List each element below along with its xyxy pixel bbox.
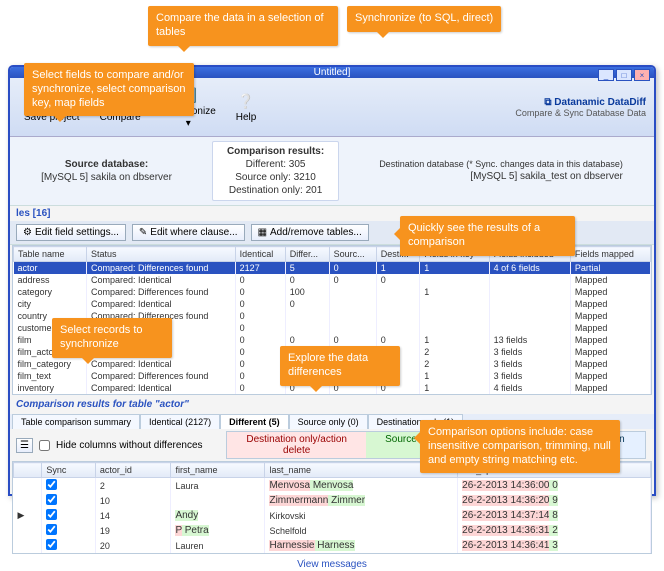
diff-row[interactable]: 20LaurenHarnessie Harness26-2-2013 14:36…	[14, 538, 651, 553]
legend-delete: Destination only/action delete	[227, 432, 366, 458]
diff-row[interactable]: ▶14 AndyKirkovski26-2-2013 14:37:14 8	[14, 508, 651, 523]
column-header[interactable]: Status	[86, 247, 235, 262]
sync-checkbox[interactable]	[46, 494, 57, 505]
column-header[interactable]: Identical	[235, 247, 285, 262]
options-icon: ☰	[20, 440, 29, 451]
results-dest-only: Destination only: 201	[227, 184, 324, 197]
source-db-label: Source database:	[41, 158, 172, 171]
column-header[interactable]: Sourc...	[329, 247, 376, 262]
dest-db-info: Destination database (* Sync. changes da…	[379, 159, 623, 184]
column-header[interactable]: actor_id	[95, 463, 171, 478]
sync-checkbox[interactable]	[46, 509, 57, 520]
infobar: Source database: [MySQL 5] sakila on dbs…	[10, 137, 654, 206]
sync-checkbox[interactable]	[46, 524, 57, 535]
edit-field-settings-button[interactable]: ⚙Edit field settings...	[16, 224, 126, 241]
help-icon: ❔	[236, 91, 256, 111]
column-header[interactable]: first_name	[171, 463, 265, 478]
chevron-down-icon: ▾	[186, 118, 191, 129]
column-header[interactable]: Sync	[42, 463, 95, 478]
table-row[interactable]: categoryCompared: Differences found01001…	[14, 286, 651, 298]
diff-row[interactable]: 10Zimmermann Zimmer26-2-2013 14:36:20 9	[14, 493, 651, 508]
brand-title: Datanamic DataDiff	[554, 97, 646, 108]
table-row[interactable]: addressCompared: Identical0000Mapped	[14, 274, 651, 286]
table-row[interactable]: actorCompared: Differences found21275011…	[14, 262, 651, 275]
sync-checkbox[interactable]	[46, 479, 57, 490]
column-header[interactable]	[14, 463, 42, 478]
tab-different[interactable]: Different (5)	[220, 414, 289, 429]
tab-summary[interactable]: Table comparison summary	[12, 414, 140, 429]
gear-icon: ⚙	[23, 227, 32, 238]
hide-columns-checkbox[interactable]	[39, 440, 50, 451]
results-different: Different: 305	[227, 158, 324, 171]
column-header[interactable]: Fields mapped	[570, 247, 650, 262]
diff-row[interactable]: 19P PetraSchelfold26-2-2013 14:36:31 2	[14, 523, 651, 538]
hide-columns-label: Hide columns without differences	[56, 440, 203, 451]
diff-row[interactable]: 2LauraMenvosa Menvosa26-2-2013 14:36:00 …	[14, 478, 651, 494]
source-db-value: [MySQL 5] sakila on dbserver	[41, 171, 172, 184]
options-button[interactable]: ☰	[16, 438, 33, 453]
minimize-button[interactable]: _	[598, 69, 614, 81]
dest-db-label: Destination database (* Sync. changes da…	[379, 159, 623, 171]
callout-explore-diffs: Explore the data differences	[280, 346, 400, 386]
dest-db-value: [MySQL 5] sakila_test on dbserver	[379, 170, 623, 183]
maximize-button[interactable]: □	[616, 69, 632, 81]
pencil-icon: ✎	[139, 227, 147, 238]
callout-select-fields: Select fields to compare and/or synchron…	[24, 63, 194, 116]
help-label: Help	[236, 112, 257, 123]
results-source-only: Source only: 3210	[227, 171, 324, 184]
column-header[interactable]: Table name	[14, 247, 87, 262]
view-messages-link[interactable]: View messages	[10, 556, 654, 571]
add-remove-tables-button[interactable]: ▦Add/remove tables...	[251, 224, 369, 241]
window-title: Untitled]	[314, 67, 351, 78]
brand-icon: ⧉	[544, 97, 551, 108]
callout-comparison-options: Comparison options include: case insensi…	[420, 420, 620, 473]
tab-source-only[interactable]: Source only (0)	[289, 414, 368, 429]
sync-checkbox[interactable]	[46, 539, 57, 550]
callout-compare-tables: Compare the data in a selection of table…	[148, 6, 338, 46]
callout-quick-results: Quickly see the results of a comparison	[400, 216, 575, 256]
column-header[interactable]: Differ...	[285, 247, 329, 262]
comparison-results-box: Comparison results: Different: 305 Sourc…	[212, 141, 339, 201]
results-subtitle: Comparison results for table "actor"	[10, 395, 654, 414]
close-button[interactable]: ×	[634, 69, 650, 81]
tab-identical[interactable]: Identical (2127)	[140, 414, 220, 429]
table-row[interactable]: cityCompared: Identical00Mapped	[14, 298, 651, 310]
source-db-info: Source database: [MySQL 5] sakila on dbs…	[41, 158, 172, 184]
help-button[interactable]: ❔ Help	[230, 89, 263, 125]
brand-subtitle: Compare & Sync Database Data	[515, 108, 646, 118]
callout-select-records: Select records to synchronize	[52, 318, 172, 358]
callout-synchronize: Synchronize (to SQL, direct)	[347, 6, 501, 32]
table-icon: ▦	[258, 227, 267, 238]
brand: ⧉ Datanamic DataDiff Compare & Sync Data…	[515, 97, 646, 118]
edit-where-clause-button[interactable]: ✎Edit where clause...	[132, 224, 245, 241]
results-label: Comparison results:	[227, 145, 324, 158]
